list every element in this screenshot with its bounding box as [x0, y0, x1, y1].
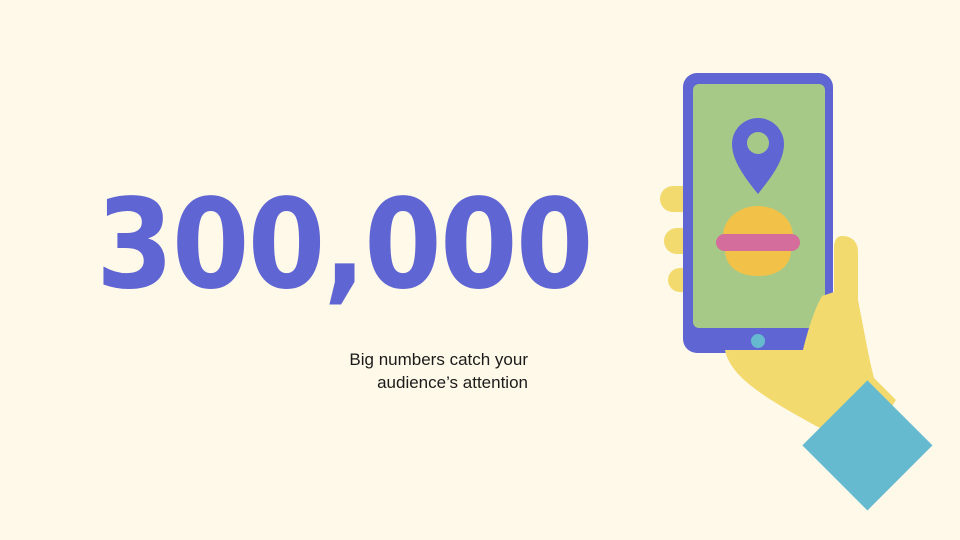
caption-line-1: Big numbers catch your	[349, 350, 528, 369]
home-button	[751, 334, 765, 348]
caption-line-2: audience’s attention	[377, 373, 528, 392]
hand-holding-phone-illustration	[660, 73, 933, 511]
big-number: 300,000	[96, 173, 594, 317]
slide: 300,000 Big numbers catch your audience’…	[0, 0, 960, 540]
caption: Big numbers catch your audience’s attent…	[300, 348, 528, 394]
